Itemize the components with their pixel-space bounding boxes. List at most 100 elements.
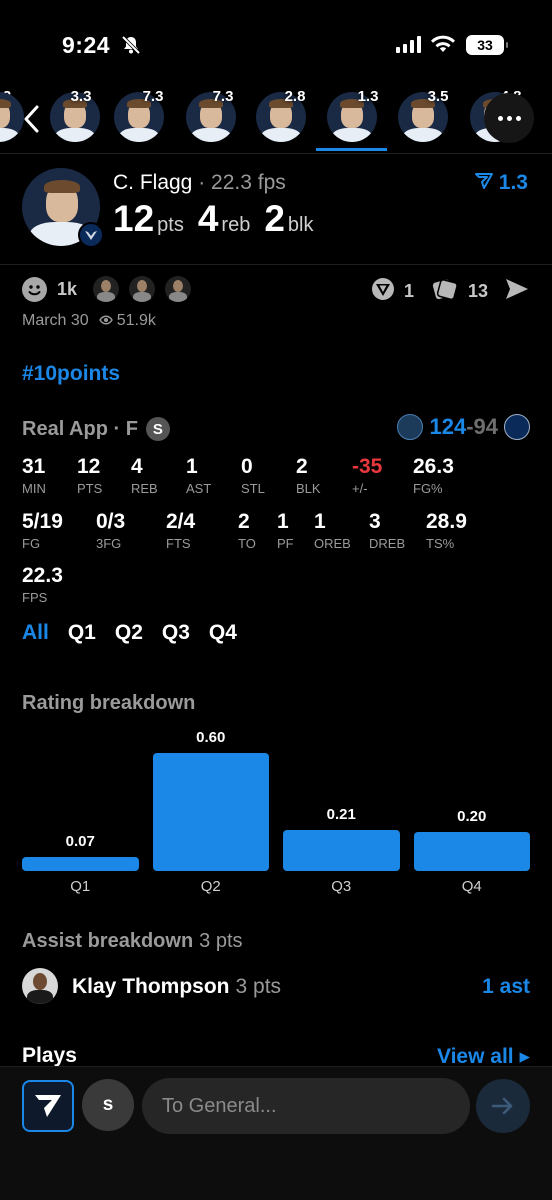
s-badge: S xyxy=(145,417,170,441)
cards-icon[interactable] xyxy=(430,276,460,307)
stat-min: 31 MIN xyxy=(22,455,46,496)
rating-bar-q1[interactable] xyxy=(22,857,139,871)
reactions-row: 1k xyxy=(22,276,192,302)
headline-pts: 12 xyxy=(113,198,155,239)
stat-dreb: 3 DREB xyxy=(369,510,406,551)
strip-value-3: 7.3 xyxy=(212,88,234,105)
assist-count[interactable]: 1 ast xyxy=(482,975,530,999)
tab-all[interactable]: All xyxy=(22,621,49,645)
stat-stl: 0 STL xyxy=(241,455,265,496)
stat-blk: 2 BLK xyxy=(296,455,321,496)
more-options-button[interactable] xyxy=(484,93,534,143)
stat-plus-minus: -35 +/- xyxy=(352,455,383,496)
stat-fps: 22.3 FPS xyxy=(22,564,63,605)
cards-count: 13 xyxy=(467,281,488,301)
player-rating[interactable]: 1.3 xyxy=(474,171,528,195)
repost-count: 1 xyxy=(403,281,414,301)
view-count: 51.9k xyxy=(116,312,156,329)
stat-fts: 2/4 FTS xyxy=(166,510,196,551)
stat-ts-pct: 28.9 TS% xyxy=(426,510,467,551)
stat-reb: 4 REB xyxy=(131,455,158,496)
smiley-reaction-icon[interactable] xyxy=(22,276,47,302)
tab-q4[interactable]: Q4 xyxy=(209,621,237,645)
post-date: March 30 xyxy=(22,312,89,329)
reactor-avatar-2[interactable] xyxy=(129,276,156,302)
headline-pts-unit: pts xyxy=(157,214,184,236)
headline-blk-unit: blk xyxy=(287,214,314,236)
eye-icon xyxy=(98,312,113,330)
strip-value-1: 3.3 xyxy=(70,88,92,105)
score-home: 124 xyxy=(429,414,467,439)
user-avatar-chip[interactable]: s xyxy=(82,1079,134,1131)
timberwolves-logo-icon xyxy=(397,414,424,440)
rating-bar-q2[interactable] xyxy=(152,753,269,871)
message-input[interactable] xyxy=(142,1078,470,1134)
rating-bar-q3[interactable] xyxy=(283,829,400,871)
game-score[interactable]: 124-94 xyxy=(397,414,530,440)
score-separator: - xyxy=(466,414,474,439)
header-divider xyxy=(0,264,552,265)
rating-bar-value-q1: 0.07 xyxy=(65,833,95,851)
assist-row[interactable]: Klay Thompson 3 pts 1 ast xyxy=(22,968,530,1006)
send-arrow-icon[interactable] xyxy=(476,1079,530,1133)
bell-muted-icon xyxy=(120,34,142,61)
tab-q2[interactable]: Q2 xyxy=(115,621,143,645)
headline-reb-unit: reb xyxy=(221,214,251,236)
quarter-tabs: All Q1 Q2 Q3 Q4 xyxy=(22,621,237,645)
reactor-avatar-3[interactable] xyxy=(165,276,192,302)
rating-breakdown-chart: 0.07 Q1 0.60 Q2 0.21 Q3 0.20 Q4 xyxy=(22,729,530,900)
player-name-line[interactable]: C. Flagg · 22.3 fps xyxy=(113,171,286,195)
assist-breakdown-header: Assist breakdown 3 pts xyxy=(22,930,243,953)
strip-value-4: 2.8 xyxy=(284,88,306,105)
assist-player-avatar[interactable] xyxy=(22,968,58,1004)
plays-title: Plays xyxy=(22,1044,77,1066)
status-bar: 9:24 33 xyxy=(0,0,552,80)
player-fps: · 22.3 fps xyxy=(198,171,286,194)
stat-to: 2 TO xyxy=(238,510,256,551)
rating-bar-category-q4: Q4 xyxy=(461,878,482,895)
mavericks-logo-icon-small xyxy=(504,414,530,440)
rating-bar-category-q1: Q1 xyxy=(70,878,91,895)
wifi-icon xyxy=(430,34,456,59)
real-app-logo-icon[interactable] xyxy=(22,1080,74,1132)
reactor-avatar-1[interactable] xyxy=(93,276,120,302)
rating-bar-category-q3: Q3 xyxy=(331,878,352,895)
status-time: 9:24 xyxy=(62,32,111,58)
send-share-icon[interactable] xyxy=(504,277,530,306)
signal-icon xyxy=(396,36,421,53)
box-score-source: Real App · F xyxy=(22,417,138,440)
assist-breakdown-title: Assist breakdown xyxy=(22,930,194,952)
rating-bar-value-q3: 0.21 xyxy=(326,805,356,823)
score-away: 94 xyxy=(473,414,498,439)
player-strip[interactable]: 3 3.3 7.3 7.3 2.8 1.3 3.5 4.8 xyxy=(0,84,552,154)
reaction-count[interactable]: 1k xyxy=(57,279,77,300)
stat-pf: 1 PF xyxy=(277,510,294,551)
rating-bar-value-q2: 0.60 xyxy=(196,729,226,746)
real-logo-icon xyxy=(474,171,493,195)
post-meta: March 30 51.9k xyxy=(22,312,156,330)
player-name: C. Flagg xyxy=(113,171,193,194)
plays-header: Plays View all ▸ xyxy=(22,1044,530,1066)
post-actions: 1 13 xyxy=(370,276,530,307)
tab-q3[interactable]: Q3 xyxy=(162,621,190,645)
stat-fg: 5/19 FG xyxy=(22,510,63,551)
headline-reb: 4 xyxy=(197,198,219,239)
stat-ast: 1 AST xyxy=(186,455,212,496)
hashtag-link[interactable]: #10points xyxy=(22,362,120,386)
rating-breakdown-title: Rating breakdown xyxy=(22,692,196,714)
tab-q1[interactable]: Q1 xyxy=(68,621,96,645)
rating-bar-category-q2: Q2 xyxy=(200,878,221,895)
battery-indicator: 33 xyxy=(466,35,508,55)
message-composer: s xyxy=(0,1066,552,1200)
headline-stats: 12 pts 4 reb 2 blk xyxy=(113,198,313,240)
box-score-title: Real App · F S xyxy=(22,417,170,441)
strip-selection-indicator xyxy=(316,148,387,151)
strip-value-2: 7.3 xyxy=(142,88,164,105)
strip-value-6: 3.5 xyxy=(427,88,449,105)
view-all-link[interactable]: View all ▸ xyxy=(437,1044,530,1066)
chevron-left-icon[interactable] xyxy=(22,104,42,139)
repost-icon[interactable] xyxy=(370,276,396,307)
stat-oreb: 1 OREB xyxy=(314,510,351,551)
rating-bar-q4[interactable] xyxy=(413,831,530,871)
strip-value-5: 1.3 xyxy=(357,88,379,105)
